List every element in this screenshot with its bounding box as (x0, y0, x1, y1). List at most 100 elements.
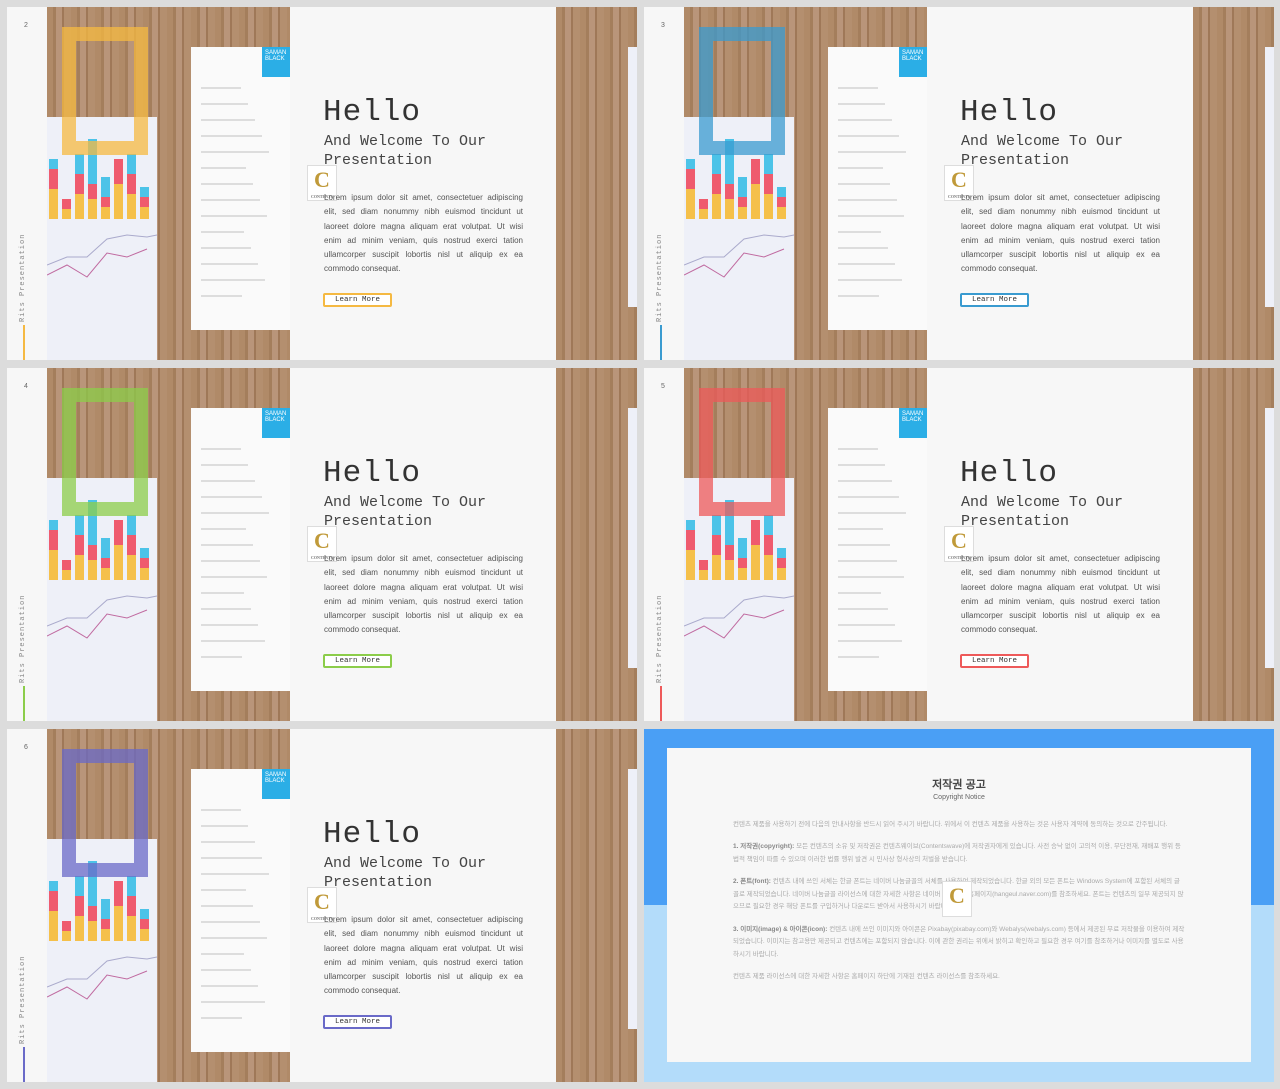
slide-number: 4 (24, 383, 28, 390)
side-label: Rits Presentation (19, 955, 27, 1044)
watermark-logo: C (942, 881, 972, 917)
chart-bar (686, 550, 695, 580)
chart-bar (75, 555, 84, 580)
chart-bar (777, 558, 786, 568)
chart-bar (764, 194, 773, 219)
learn-more-button[interactable]: Learn More (323, 654, 392, 668)
chart-bar (738, 558, 747, 568)
chart-bar (62, 570, 71, 580)
chart-bar (101, 177, 110, 197)
chart-bar (62, 209, 71, 219)
chart-bar (738, 177, 747, 197)
slide-body: Lorem ipsum dolor sit amet, consectetuer… (324, 193, 523, 274)
wood-photo-right (1193, 368, 1274, 721)
slide-title: Hello (323, 95, 422, 130)
side-label: Rits Presentation (19, 594, 27, 683)
chart-bar (140, 548, 149, 558)
chart-bar (127, 154, 136, 174)
slide-thumbnail[interactable]: 6 Rits Presentation SAMAN BLACK Hello An… (7, 729, 637, 1082)
chart-bar (49, 189, 58, 219)
side-label: Rits Presentation (19, 233, 27, 322)
resume-paper-image: SAMAN BLACK (191, 408, 290, 691)
chart-bar (49, 169, 58, 189)
chart-bar (49, 530, 58, 550)
notice-title: 저작권 공고 (932, 779, 986, 791)
chart-bar (777, 187, 786, 197)
wood-photo-right (556, 7, 637, 360)
slide-title: Hello (323, 456, 422, 491)
chart-bar (75, 174, 84, 194)
learn-more-button[interactable]: Learn More (323, 1015, 392, 1029)
learn-more-button[interactable]: Learn More (323, 293, 392, 307)
wood-photo-right (556, 368, 637, 721)
chart-bar (699, 570, 708, 580)
chart-bar (140, 919, 149, 929)
resume-paper-image: SAMAN BLACK (191, 47, 290, 330)
slide-thumbnail[interactable]: 5 Rits Presentation SAMAN BLACK Hello An… (644, 368, 1274, 721)
chart-bar (140, 568, 149, 580)
learn-more-button[interactable]: Learn More (960, 654, 1029, 668)
chart-bar (712, 194, 721, 219)
chart-bar (88, 545, 97, 560)
slide-title: Hello (960, 95, 1059, 130)
slide-number: 2 (24, 22, 28, 29)
slide-title: Hello (960, 456, 1059, 491)
chart-bar (75, 515, 84, 535)
chart-bar (62, 931, 71, 941)
chart-bar (62, 560, 71, 570)
chart-bar (738, 538, 747, 558)
chart-bar (751, 184, 760, 219)
chart-bar (686, 189, 695, 219)
wood-photo-right (1193, 7, 1274, 360)
chart-bar (777, 548, 786, 558)
chart-bar (49, 891, 58, 911)
chart-bar (75, 876, 84, 896)
chart-bar (75, 896, 84, 916)
chart-bar (49, 520, 58, 530)
chart-bar (699, 199, 708, 209)
chart-bar (764, 174, 773, 194)
chart-bar (127, 535, 136, 555)
chart-bar (140, 207, 149, 219)
chart-bar (712, 535, 721, 555)
chart-bar (49, 159, 58, 169)
chart-bar (75, 916, 84, 941)
chart-bar (75, 194, 84, 219)
chart-bar (127, 916, 136, 941)
chart-bar (114, 545, 123, 580)
chart-bar (725, 199, 734, 219)
paper-edge (628, 769, 637, 1029)
slide-body: Lorem ipsum dolor sit amet, consectetuer… (961, 193, 1160, 274)
chart-bar (712, 174, 721, 194)
slide-copyright-notice[interactable]: 저작권 공고 Copyright Notice 컨텐츠 제품을 사용하기 전에 … (644, 729, 1274, 1082)
chart-bar (49, 911, 58, 941)
chart-bar (777, 568, 786, 580)
chart-bar (751, 159, 760, 184)
slide-thumbnail[interactable]: 3 Rits Presentation SAMAN BLACK Hello An… (644, 7, 1274, 360)
chart-bar (101, 929, 110, 941)
slide-number: 6 (24, 744, 28, 751)
chart-bar (127, 174, 136, 194)
chart-bar (88, 921, 97, 941)
resume-paper-image: SAMAN BLACK (828, 47, 927, 330)
accent-line (23, 1047, 25, 1082)
chart-bar (712, 555, 721, 580)
chart-bar (686, 530, 695, 550)
chart-bar (712, 515, 721, 535)
slide-thumbnail[interactable]: 4 Rits Presentation SAMAN BLACK Hello An… (7, 368, 637, 721)
chart-bar (127, 876, 136, 896)
chart-bar (114, 906, 123, 941)
chart-bar (140, 187, 149, 197)
chart-bar (764, 154, 773, 174)
slide-subtitle: And Welcome To Our Presentation (961, 494, 1124, 530)
chart-bar (686, 169, 695, 189)
chart-bar (764, 535, 773, 555)
chart-bar (140, 558, 149, 568)
accent-frame (62, 388, 148, 516)
chart-bar (101, 558, 110, 568)
slide-thumbnail[interactable]: 2 Rits Presentation SAMAN BLACK Hello An… (7, 7, 637, 360)
chart-bar (101, 197, 110, 207)
chart-bar (699, 560, 708, 570)
item2-heading: 2. 폰트(font): (733, 878, 771, 885)
learn-more-button[interactable]: Learn More (960, 293, 1029, 307)
